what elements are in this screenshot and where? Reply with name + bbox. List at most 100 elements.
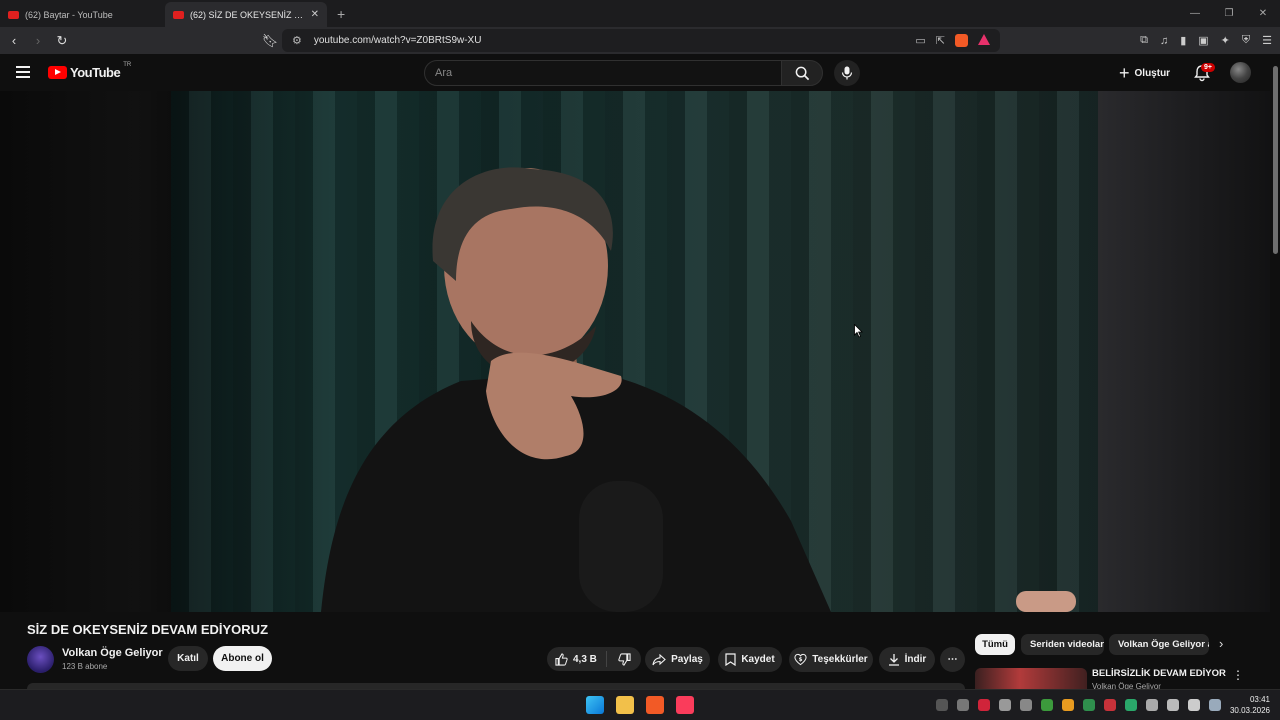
sidebar-toggle-icon[interactable]: ▮ xyxy=(1180,34,1186,47)
save-label: Kaydet xyxy=(741,654,775,665)
join-button[interactable]: Katıl xyxy=(168,646,208,671)
related-video-title[interactable]: BELİRSİZLİK DEVAM EDİYOR xyxy=(1092,668,1226,679)
youtube-header: YouTube TR + Oluştur 9+ xyxy=(0,54,1270,91)
tray-app-icon[interactable] xyxy=(1062,699,1074,711)
save-button[interactable]: Kaydet xyxy=(718,647,782,672)
chip-series[interactable]: Seriden videolar xyxy=(1021,634,1104,655)
leo-ai-icon[interactable]: ✦ xyxy=(1221,34,1230,47)
brave-browser-icon[interactable] xyxy=(646,696,664,714)
tray-app-icon[interactable] xyxy=(999,699,1011,711)
system-clock[interactable]: 03:41 30.03.2026 xyxy=(1230,694,1270,716)
brave-shields-icon[interactable] xyxy=(955,34,968,47)
site-info-icon[interactable]: ⚙︎ xyxy=(292,34,302,47)
chip-all[interactable]: Tümü xyxy=(975,634,1015,655)
related-video-thumbnail[interactable] xyxy=(975,668,1087,689)
volume-icon[interactable] xyxy=(1188,699,1200,711)
tray-app-icon[interactable] xyxy=(1125,699,1137,711)
tray-app-icon[interactable] xyxy=(1104,699,1116,711)
notification-badge: 9+ xyxy=(1201,63,1215,72)
create-button[interactable]: + Oluştur xyxy=(1119,63,1170,83)
search-icon xyxy=(795,66,809,80)
bookmark-icon[interactable]: 🔖︎ xyxy=(260,33,280,49)
browser-tab-active[interactable]: (62) SİZ DE OKEYSENİZ DEVAM EDİYORUZ ✕ xyxy=(165,2,327,27)
clock-date: 30.03.2026 xyxy=(1229,706,1270,715)
tab-title: (62) Baytar - YouTube xyxy=(25,9,113,20)
back-icon[interactable]: ‹ xyxy=(4,33,24,48)
maximize-icon[interactable]: ❐ xyxy=(1212,0,1246,27)
download-icon xyxy=(888,654,899,666)
system-tray xyxy=(936,699,1221,711)
more-vertical-icon[interactable]: ⋮ xyxy=(1232,668,1244,682)
like-button[interactable]: 4,3 B xyxy=(547,651,607,667)
cast-icon[interactable]: ▭ xyxy=(915,34,925,47)
more-horizontal-icon: ⋯ xyxy=(947,654,958,665)
address-bar[interactable]: ⚙︎ youtube.com/watch?v=Z0BRtS9w-XU ▭ ⇱ xyxy=(282,29,1000,52)
browser-tab[interactable]: (62) Baytar - YouTube xyxy=(0,2,165,27)
scrollbar-thumb[interactable] xyxy=(1273,66,1278,254)
youtube-favicon-icon xyxy=(173,10,184,19)
create-label: Oluştur xyxy=(1134,67,1171,79)
chevron-right-icon[interactable]: › xyxy=(1219,636,1223,651)
share-label: Paylaş xyxy=(671,654,703,665)
account-avatar[interactable] xyxy=(1230,62,1251,83)
more-actions-button[interactable]: ⋯ xyxy=(940,647,965,672)
tray-app-icon[interactable] xyxy=(1083,699,1095,711)
subscriber-count: 123 B abone xyxy=(62,662,108,671)
file-explorer-icon[interactable] xyxy=(616,696,634,714)
thumbs-down-icon xyxy=(617,652,631,666)
reload-icon[interactable]: ↻ xyxy=(52,33,72,49)
headphones-icon[interactable] xyxy=(957,699,969,711)
tray-app-icon[interactable] xyxy=(1041,699,1053,711)
share-button[interactable]: Paylaş xyxy=(645,647,710,672)
battery-icon[interactable] xyxy=(1209,699,1221,711)
super-thanks-icon: $ xyxy=(794,653,807,666)
screenshot-icon[interactable]: ⧉ xyxy=(1140,34,1148,47)
clock-time: 03:41 xyxy=(1249,695,1270,704)
search-input[interactable] xyxy=(425,61,781,85)
download-button[interactable]: İndir xyxy=(879,647,935,672)
new-tab-button[interactable]: + xyxy=(327,6,355,27)
menu-icon[interactable]: ☰ xyxy=(1262,34,1272,47)
url-text: youtube.com/watch?v=Z0BRtS9w-XU xyxy=(313,35,482,46)
youtube-logo[interactable]: YouTube TR xyxy=(48,62,131,80)
microphone-tray-icon[interactable] xyxy=(1146,699,1158,711)
tray-app-icon[interactable] xyxy=(978,699,990,711)
presenter-image xyxy=(321,167,1076,612)
svg-text:$: $ xyxy=(799,657,803,663)
brave-rewards-icon[interactable] xyxy=(978,34,990,45)
taskbar-apps xyxy=(586,696,694,714)
vpn-icon[interactable]: ⛨ xyxy=(1242,34,1250,47)
forward-icon[interactable]: › xyxy=(28,33,48,48)
related-video-channel: Volkan Öge Geliyor xyxy=(1092,682,1161,689)
wallet-icon[interactable]: ▣ xyxy=(1198,34,1208,47)
video-frame[interactable] xyxy=(171,91,1098,612)
player-letterbox-right xyxy=(1098,91,1270,612)
page-scrollbar[interactable] xyxy=(1270,54,1280,689)
thanks-button[interactable]: $ Teşekkürler xyxy=(789,647,873,672)
browser-toolbar: ‹ › ↻ 🔖︎ ⚙︎ youtube.com/watch?v=Z0BRtS9w… xyxy=(0,27,1280,54)
chip-channel[interactable]: Volkan Öge Geliyor adlı kanaldan xyxy=(1109,634,1209,655)
youtube-play-logo-icon xyxy=(48,66,67,79)
video-player[interactable] xyxy=(0,91,1270,612)
dislike-button[interactable] xyxy=(607,652,641,666)
media-icon[interactable]: ♫ xyxy=(1160,35,1168,47)
os-taskbar: 03:41 30.03.2026 xyxy=(0,689,1280,720)
bookmark-save-icon xyxy=(725,653,736,666)
channel-name[interactable]: Volkan Öge Geliyor xyxy=(62,647,163,659)
close-window-icon[interactable]: ✕ xyxy=(1246,0,1280,27)
minimize-icon[interactable]: — xyxy=(1178,0,1212,27)
tray-app-icon[interactable] xyxy=(1020,699,1032,711)
search-button[interactable] xyxy=(781,60,823,86)
thanks-label: Teşekkürler xyxy=(812,654,868,665)
tray-app-icon[interactable] xyxy=(936,699,948,711)
wifi-icon[interactable] xyxy=(1167,699,1179,711)
voice-search-button[interactable] xyxy=(834,60,860,86)
windows-start-icon[interactable] xyxy=(586,696,604,714)
channel-avatar[interactable] xyxy=(27,646,54,673)
music-app-icon[interactable] xyxy=(676,696,694,714)
share-page-icon[interactable]: ⇱ xyxy=(936,34,945,47)
tab-title: (62) SİZ DE OKEYSENİZ DEVAM EDİYORUZ xyxy=(190,9,305,20)
close-tab-icon[interactable]: ✕ xyxy=(311,9,319,20)
subscribe-button[interactable]: Abone ol xyxy=(213,646,272,671)
guide-menu-icon[interactable] xyxy=(16,66,30,81)
